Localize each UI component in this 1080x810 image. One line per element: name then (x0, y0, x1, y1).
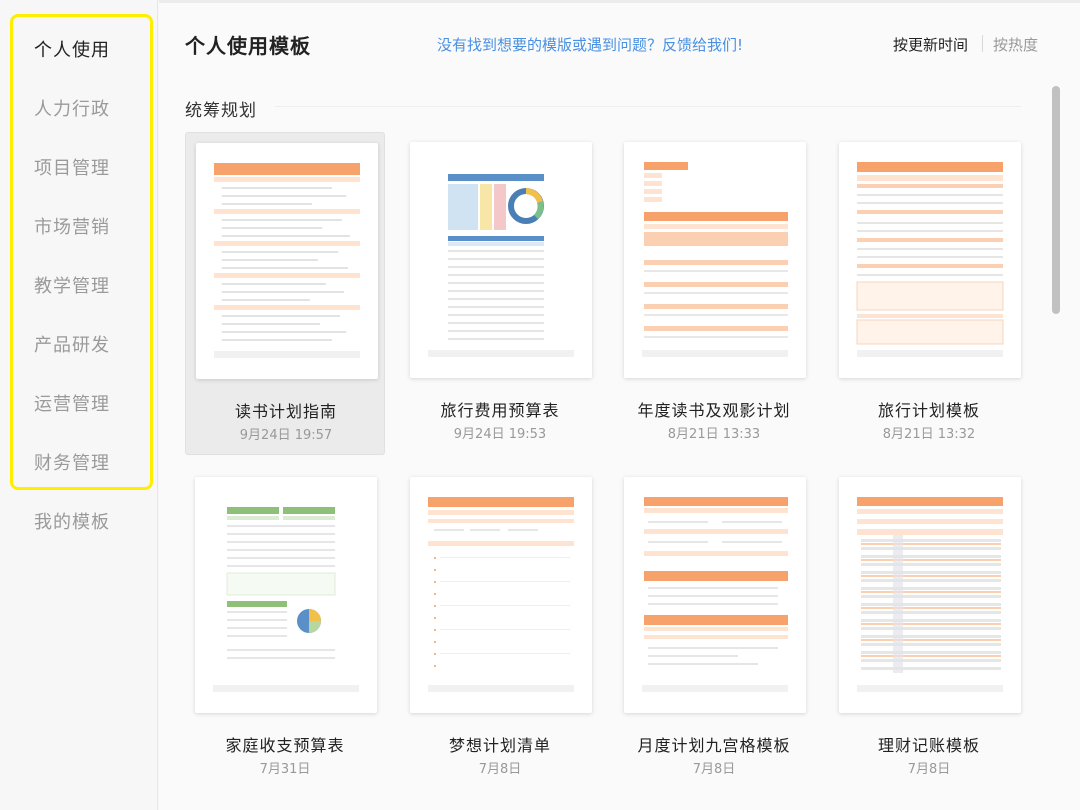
template-card[interactable]: 家庭收支预算表 7月31日 (185, 467, 385, 790)
sidebar-item-product-rd[interactable]: 产品研发 (34, 331, 110, 357)
template-title: 理财记账模板 (877, 736, 980, 755)
reading-plan-sheet-icon (196, 143, 378, 379)
section-divider (275, 106, 1021, 107)
dream-list-sheet-icon (410, 477, 592, 713)
template-title: 读书计划指南 (234, 402, 337, 421)
template-card[interactable]: 年度读书及观影计划 8月21日 13:33 (614, 132, 814, 455)
sidebar-item-finance[interactable]: 财务管理 (34, 449, 110, 475)
family-budget-sheet-icon (195, 477, 377, 713)
page-title: 个人使用模板 (185, 34, 311, 58)
template-date: 9月24日 19:57 (239, 428, 333, 443)
template-title: 年度读书及观影计划 (637, 401, 791, 420)
travel-budget-sheet-icon (410, 142, 592, 378)
annotation-highlight-box (10, 14, 153, 490)
template-gallery-window: 个人使用 人力行政 项目管理 市场营销 教学管理 产品研发 运营管理 财务管理 … (0, 0, 1080, 810)
top-divider (159, 0, 1080, 3)
template-main-panel: 个人使用模板 没有找到想要的模版或遇到问题？反馈给我们! 按更新时间 按热度 统… (159, 0, 1080, 810)
scrollbar-thumb[interactable] (1052, 86, 1060, 314)
template-title: 家庭收支预算表 (225, 736, 345, 755)
sidebar-item-personal[interactable]: 个人使用 (34, 36, 110, 62)
template-date: 8月21日 13:32 (882, 427, 976, 442)
template-card[interactable]: 旅行费用预算表 9月24日 19:53 (400, 132, 600, 455)
sidebar-item-project[interactable]: 项目管理 (34, 154, 110, 180)
travel-plan-sheet-icon (839, 142, 1021, 378)
template-date: 7月8日 (478, 762, 522, 777)
section-title: 统筹规划 (185, 101, 257, 121)
sort-by-update-button[interactable]: 按更新时间 (893, 34, 968, 55)
template-title: 月度计划九宫格模板 (637, 736, 791, 755)
template-title: 旅行计划模板 (877, 401, 980, 420)
template-title: 梦想计划清单 (448, 736, 551, 755)
template-title: 旅行费用预算表 (440, 401, 560, 420)
template-card[interactable]: 旅行计划模板 8月21日 13:32 (829, 132, 1029, 455)
sidebar-item-operations[interactable]: 运营管理 (34, 390, 110, 416)
sidebar-item-hr-admin[interactable]: 人力行政 (34, 95, 110, 121)
sidebar-item-teaching[interactable]: 教学管理 (34, 272, 110, 298)
sidebar-item-my-templates[interactable]: 我的模板 (34, 508, 110, 534)
template-date: 9月24日 19:53 (453, 427, 547, 442)
category-sidebar: 个人使用 人力行政 项目管理 市场营销 教学管理 产品研发 运营管理 财务管理 … (0, 0, 158, 810)
annual-reading-sheet-icon (624, 142, 806, 378)
finance-ledger-sheet-icon (839, 477, 1021, 713)
template-date: 8月21日 13:33 (667, 427, 761, 442)
template-card[interactable]: 月度计划九宫格模板 7月8日 (614, 467, 814, 790)
template-date: 7月31日 (259, 762, 311, 777)
template-date: 7月8日 (692, 762, 736, 777)
monthly-grid-sheet-icon (624, 477, 806, 713)
template-card[interactable]: 梦想计划清单 7月8日 (400, 467, 600, 790)
template-card[interactable]: 理财记账模板 7月8日 (829, 467, 1029, 790)
template-date: 7月8日 (907, 762, 951, 777)
feedback-link[interactable]: 没有找到想要的模版或遇到问题？反馈给我们! (437, 34, 743, 55)
sort-by-hot-button[interactable]: 按热度 (993, 34, 1038, 55)
sidebar-item-marketing[interactable]: 市场营销 (34, 213, 110, 239)
template-card[interactable]: 读书计划指南 9月24日 19:57 (185, 132, 385, 455)
sort-divider (982, 35, 983, 52)
